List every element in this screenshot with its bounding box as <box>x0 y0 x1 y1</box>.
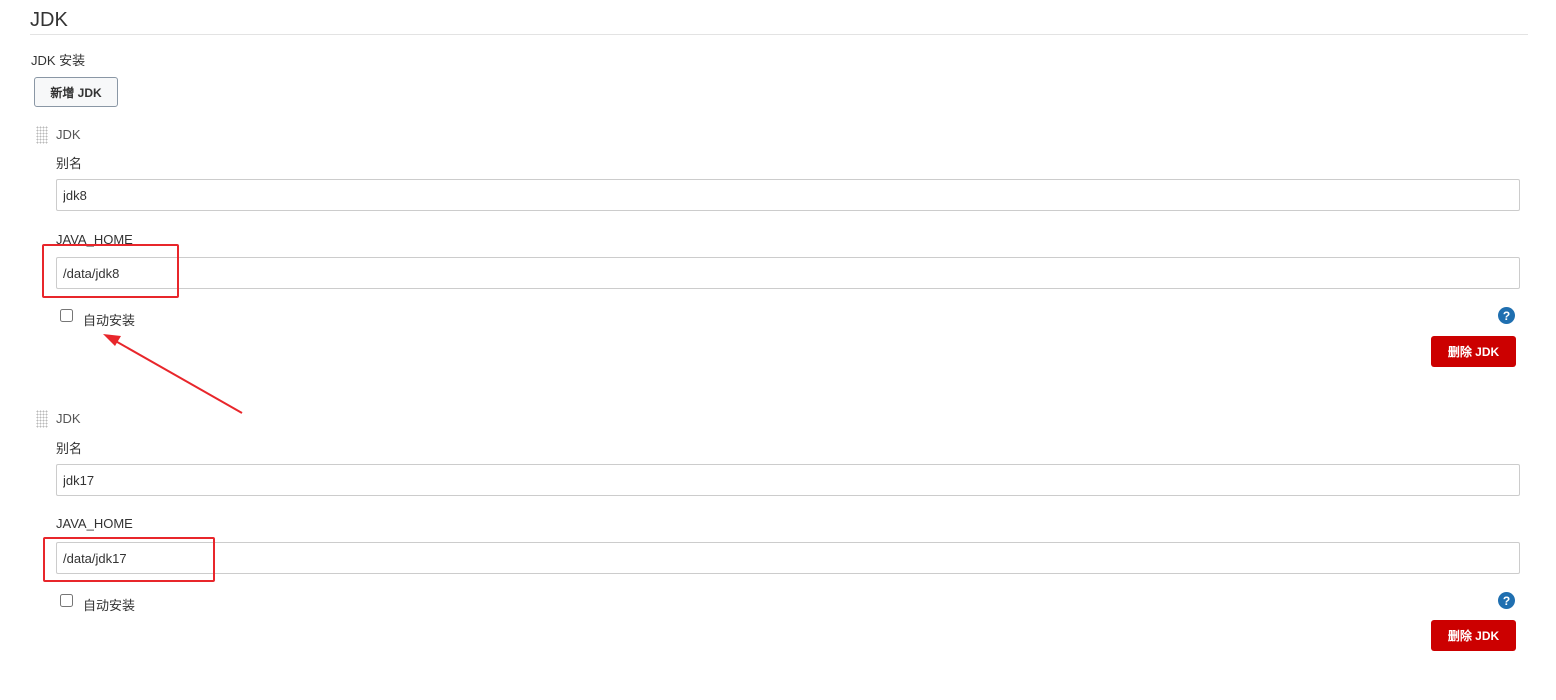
installation-title: JDK <box>56 411 81 426</box>
delete-jdk-button[interactable]: 删除 JDK <box>1431 336 1516 367</box>
page-title: JDK <box>30 9 68 31</box>
java-home-input[interactable] <box>56 257 1520 289</box>
delete-jdk-button[interactable]: 删除 JDK <box>1431 620 1516 651</box>
alias-label: 别名 <box>56 441 83 456</box>
auto-install-label: 自动安装 <box>83 598 136 613</box>
java-home-label: JAVA_HOME <box>56 232 133 247</box>
drag-handle-icon[interactable] <box>36 410 48 428</box>
java-home-label: JAVA_HOME <box>56 516 133 531</box>
drag-handle-icon[interactable] <box>36 126 48 144</box>
jdk-installation-block: JDK 别名 JAVA_HOME 自动安装 ? 删除 JDK <box>0 410 1556 700</box>
auto-install-checkbox[interactable] <box>60 594 73 607</box>
alias-input[interactable] <box>56 179 1520 211</box>
jdk-installation-block: JDK 别名 JAVA_HOME 自动安装 ? 删除 JDK <box>0 126 1556 416</box>
help-icon[interactable]: ? <box>1498 592 1515 609</box>
alias-input[interactable] <box>56 464 1520 496</box>
help-icon[interactable]: ? <box>1498 307 1515 324</box>
alias-label: 别名 <box>56 156 83 171</box>
auto-install-checkbox[interactable] <box>60 309 73 322</box>
add-jdk-button[interactable]: 新增 JDK <box>34 77 118 107</box>
auto-install-label: 自动安装 <box>83 313 136 328</box>
section-divider <box>30 34 1528 35</box>
installation-title: JDK <box>56 127 81 142</box>
java-home-input[interactable] <box>56 542 1520 574</box>
jdk-install-label: JDK 安装 <box>31 53 86 68</box>
